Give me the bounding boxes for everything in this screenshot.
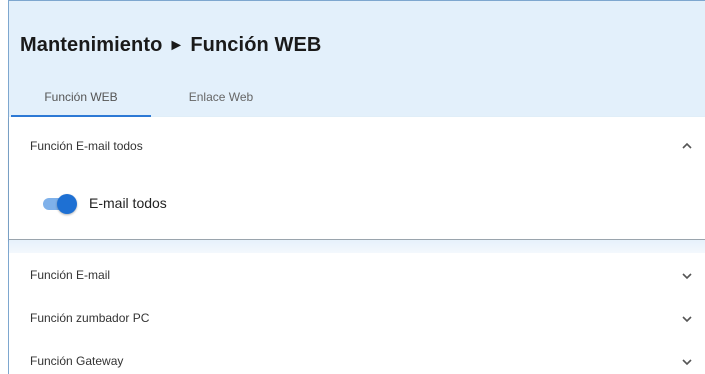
email-todos-toggle-label: E-mail todos [89,195,167,211]
app-frame: Mantenimiento ► Función WEB Función WEB En… [8,0,705,374]
panel-title-gateway: Función Gateway [30,354,124,368]
panel-email[interactable]: Función E-mail [9,253,705,297]
chevron-down-icon[interactable] [680,312,694,326]
chevron-down-icon[interactable] [680,355,694,369]
section-gap [9,240,705,253]
page-title: Mantenimiento ► Función WEB [20,34,321,57]
tab-enlace-web[interactable]: Enlace Web [151,74,291,118]
breadcrumb-parent: Mantenimiento [20,34,163,56]
email-todos-toggle[interactable] [43,194,77,214]
panel-zumbador-pc[interactable]: Función zumbador PC [9,296,705,340]
chevron-up-icon[interactable] [680,139,694,153]
breadcrumb-current: Función WEB [190,34,322,56]
breadcrumb-separator-icon: ► [168,37,185,54]
panel-title-email-todos[interactable]: Función E-mail todos [30,139,143,153]
panel-email-todos: Función E-mail todos E-mail todos [9,117,705,240]
tab-funcion-web[interactable]: Función WEB [11,74,151,118]
panel-title-email: Función E-mail [30,268,111,282]
panel-gateway[interactable]: Función Gateway [9,339,705,374]
page-header: Mantenimiento ► Función WEB Función WEB En… [9,0,705,118]
tab-bar: Función WEB Enlace Web [9,74,705,118]
chevron-down-icon[interactable] [680,269,694,283]
toggle-knob [57,194,77,214]
panel-title-zumbador-pc: Función zumbador PC [30,311,150,325]
